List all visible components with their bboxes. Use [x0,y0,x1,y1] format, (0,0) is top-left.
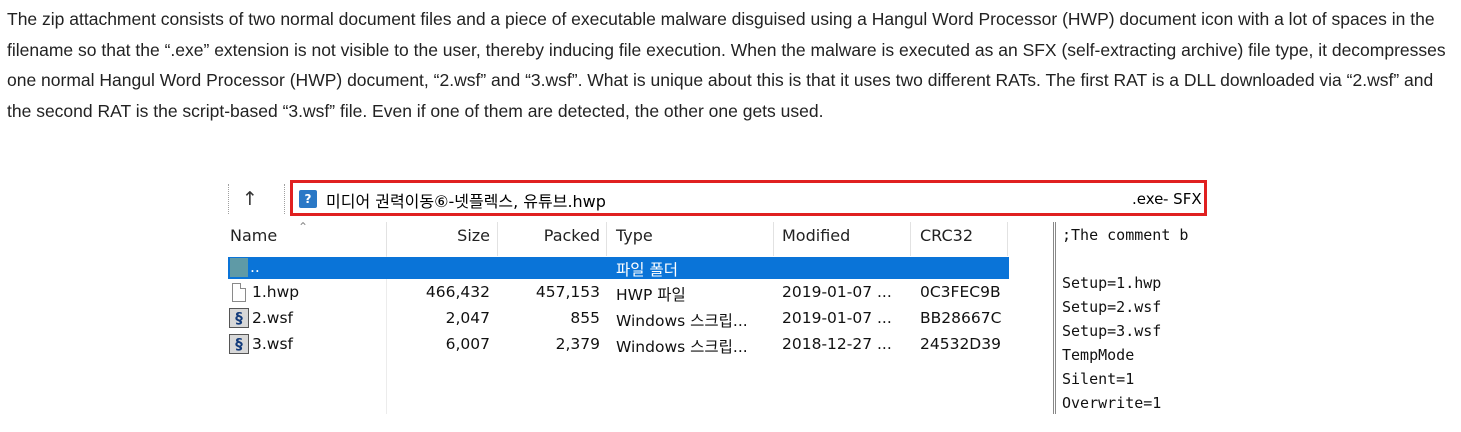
cell-size: 466,432 [425,283,490,301]
cell-crc32: 24532D39 [920,335,1001,353]
file-list: ⌃ Name Size Packed Type Modified CRC32 .… [222,220,1009,414]
cell-type: Windows 스크립... [616,312,748,330]
column-header-name[interactable]: Name [230,226,277,245]
archive-window-screenshot: ↑ ? 미디어 권력이동⑥-넷플렉스, 유튜브.hwp .exe - SFX ⌃… [222,176,1209,414]
cell-modified: 2019-01-07 ... [782,283,892,301]
cell-modified: 2019-01-07 ... [782,309,892,327]
comment-line: TempMode [1062,346,1135,364]
cell-type: 파일 폴더 [616,261,678,279]
column-header-type[interactable]: Type [616,226,653,245]
cell-type: Windows 스크립... [616,338,748,356]
table-row[interactable]: § 3.wsf 6,007 2,379 Windows 스크립... 2018-… [222,334,1009,360]
cell-name: 2.wsf [252,309,293,327]
table-row[interactable]: § 2.wsf 2,047 855 Windows 스크립... 2019-01… [222,308,1009,334]
comment-line: Silent=1 [1062,370,1135,388]
column-header-crc32[interactable]: CRC32 [920,226,973,245]
column-header-modified[interactable]: Modified [782,226,850,245]
article-text: The zip attachment consists of two norma… [7,4,1447,126]
cell-name: 3.wsf [252,335,293,353]
comment-line: Setup=1.hwp [1062,274,1162,292]
comment-line: Setup=2.wsf [1062,298,1162,316]
table-row-parent-folder[interactable]: .. 파일 폴더 [228,257,1009,279]
sfx-comment-pane[interactable]: ;The comment b Setup=1.hwp Setup=2.wsf S… [1053,222,1209,414]
column-divider [497,222,498,256]
sort-ascending-icon: ⌃ [298,220,309,234]
cell-size: 2,047 [445,309,490,327]
column-divider [773,222,774,256]
toolbar-separator [284,184,285,214]
cell-packed: 855 [570,309,600,327]
article-paragraph: The zip attachment consists of two norma… [7,9,1446,121]
cell-type: HWP 파일 [616,286,686,304]
cell-crc32: 0C3FEC9B [920,283,1001,301]
table-row[interactable]: 1.hwp 466,432 457,153 HWP 파일 2019-01-07 … [222,282,1009,308]
cell-packed: 457,153 [535,283,600,301]
script-icon: § [229,308,249,328]
cell-modified: 2018-12-27 ... [782,335,892,353]
column-divider [386,222,387,256]
document-icon [232,283,246,302]
cell-name: 1.hwp [252,283,300,301]
column-divider [606,222,607,256]
column-divider [910,222,911,256]
script-icon: § [229,334,249,354]
cell-size: 6,007 [445,335,490,353]
address-highlight-box [290,180,1207,216]
column-header-size[interactable]: Size [402,226,490,245]
comment-line: ;The comment b [1062,226,1189,244]
arrow-up-icon[interactable]: ↑ [238,186,262,212]
toolbar-grip [228,184,230,214]
comment-line: Overwrite=1 [1062,394,1162,412]
cell-name: .. [250,258,260,276]
folder-icon [230,258,248,277]
cell-crc32: BB28667C [920,309,1002,327]
column-header-packed[interactable]: Packed [512,226,600,245]
cell-packed: 2,379 [555,335,600,353]
comment-line: Setup=3.wsf [1062,322,1162,340]
column-divider [1007,222,1008,256]
